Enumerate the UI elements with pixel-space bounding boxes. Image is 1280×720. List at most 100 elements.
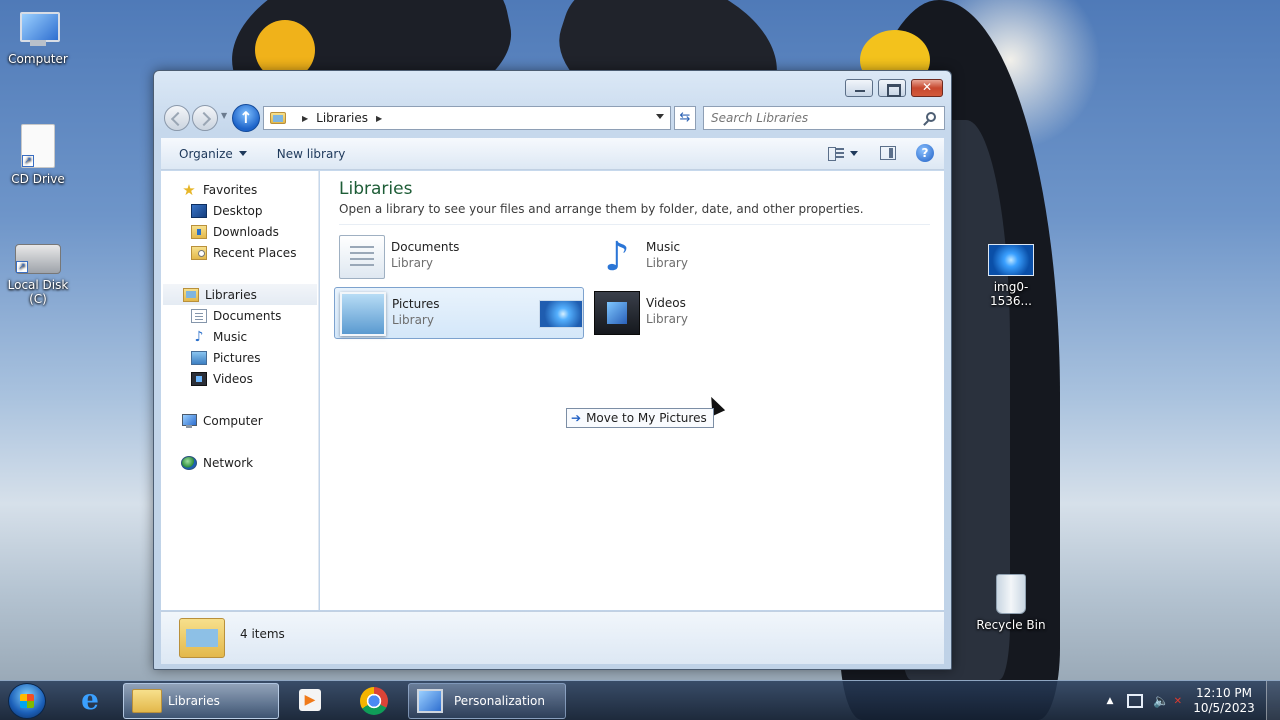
nav-item-label: Documents (213, 308, 282, 323)
nav-item-desktop[interactable]: Desktop (161, 200, 319, 221)
videos-icon (191, 371, 207, 386)
taskbar-internet-explorer[interactable]: e (68, 683, 112, 719)
new-library-button[interactable]: New library (277, 147, 346, 161)
help-icon[interactable]: ? (916, 144, 934, 162)
library-type: Library (392, 313, 434, 327)
content-pane: Libraries Open a library to see your fil… (320, 171, 944, 610)
pictures-library-icon (340, 292, 386, 336)
explorer-window[interactable]: ✕ ▼ ↑ ▶ Libraries ▶ ⇆ Organize New libra… (153, 70, 952, 670)
breadcrumb-libraries[interactable]: Libraries (316, 111, 368, 125)
nav-item-label: Libraries (205, 287, 257, 302)
change-view-icon[interactable] (828, 146, 844, 161)
new-library-label: New library (276, 146, 346, 161)
details-pane: 4 items (161, 611, 944, 664)
show-desktop-button[interactable] (1266, 681, 1280, 720)
taskbar-chrome[interactable] (352, 683, 396, 719)
close-button[interactable]: ✕ (911, 79, 943, 97)
back-button[interactable] (164, 105, 190, 131)
music-library-icon: ♪ (604, 234, 630, 280)
search-box[interactable] (703, 106, 945, 130)
nav-item-label: Network (203, 455, 254, 470)
desktop-icon-label: Local Disk (C) (7, 278, 69, 306)
search-input[interactable] (711, 107, 911, 129)
desktop-icon-computer[interactable]: Computer (0, 10, 76, 66)
volume-icon[interactable]: 🔈 (1153, 694, 1169, 709)
nav-item-favorites[interactable]: ★ Favorites (161, 179, 319, 200)
search-icon[interactable] (926, 112, 936, 122)
computer-icon (181, 413, 197, 428)
library-item-documents[interactable]: Documents Library (334, 231, 584, 283)
desktop-icon-label: CD Drive (11, 172, 65, 186)
drag-tooltip-text: Move to My Pictures (586, 411, 707, 425)
documents-library-icon (339, 235, 385, 279)
taskbar-personalization[interactable]: Personalization (408, 683, 566, 719)
library-name: Documents (391, 240, 460, 254)
desktop-icon-label: Computer (8, 52, 68, 66)
nav-item-downloads[interactable]: Downloads (161, 221, 319, 242)
desktop-icon-local-disk[interactable]: ↗ Local Disk (C) (0, 244, 76, 306)
library-name: Music (646, 240, 681, 254)
image-file-icon (988, 244, 1034, 276)
nav-item-pictures[interactable]: Pictures (161, 347, 319, 368)
drag-drop-tooltip: ➔ Move to My Pictures (566, 408, 714, 428)
downloads-folder-icon (191, 224, 207, 239)
chevron-down-icon[interactable] (850, 150, 858, 156)
breadcrumb-separator-icon[interactable]: ▶ (376, 114, 382, 123)
documents-icon (191, 308, 207, 323)
navigation-pane: ★ Favorites Desktop Downloads Recent Pla… (161, 171, 319, 610)
address-bar[interactable]: ▶ Libraries ▶ (263, 106, 671, 130)
libraries-folder-icon (179, 618, 225, 658)
maximize-button[interactable] (878, 79, 906, 97)
desktop-icon-label: Recycle Bin (976, 618, 1046, 632)
page-description: Open a library to see your files and arr… (339, 202, 864, 216)
network-status-icon[interactable] (1127, 694, 1144, 708)
library-item-pictures[interactable]: Pictures Library (334, 287, 584, 339)
nav-item-documents[interactable]: Documents (161, 305, 319, 326)
network-icon (181, 455, 197, 470)
recycle-bin-icon (996, 574, 1026, 614)
nav-item-network[interactable]: Network (161, 452, 319, 473)
library-item-videos[interactable]: Videos Library (589, 287, 839, 339)
pictures-icon (191, 350, 207, 365)
up-button[interactable]: ↑ (232, 104, 260, 132)
library-item-music[interactable]: ♪ Music Library (589, 231, 839, 283)
libraries-folder-icon (270, 112, 286, 124)
view-controls: ? (828, 144, 934, 162)
libraries-folder-icon (183, 287, 199, 302)
address-dropdown-icon[interactable] (656, 114, 664, 119)
library-name: Videos (646, 296, 686, 310)
desktop-icon-image-file[interactable]: img0-1536... (973, 244, 1049, 308)
videos-library-icon (594, 291, 640, 335)
recent-pages-button[interactable]: ▼ (221, 111, 227, 120)
clock[interactable]: 12:10 PM 10/5/2023 (1192, 686, 1256, 716)
item-count: 4 items (240, 627, 285, 641)
nav-item-label: Videos (213, 371, 253, 386)
organize-button[interactable]: Organize (179, 147, 247, 161)
nav-item-libraries[interactable]: Libraries (163, 284, 317, 305)
desktop-icon-cd-drive[interactable]: ↗ CD Drive (0, 124, 76, 186)
preview-pane-icon[interactable] (880, 146, 896, 160)
nav-item-recent-places[interactable]: Recent Places (161, 242, 319, 263)
divider (339, 224, 930, 225)
forward-button[interactable] (192, 105, 218, 131)
system-tray: ▲ 🔈 ✕ 12:10 PM 10/5/2023 (1107, 681, 1280, 720)
show-hidden-icons-icon[interactable]: ▲ (1107, 696, 1114, 706)
nav-item-label: Favorites (203, 182, 258, 197)
nav-item-music[interactable]: ♪ Music (161, 326, 319, 347)
start-button[interactable] (8, 683, 46, 719)
clock-date: 10/5/2023 (1193, 701, 1255, 715)
internet-explorer-icon: e (81, 683, 99, 716)
refresh-button[interactable]: ⇆ (674, 106, 696, 130)
nav-item-computer[interactable]: Computer (161, 410, 319, 431)
nav-item-label: Computer (203, 413, 263, 428)
local-disk-icon: ↗ (15, 244, 61, 274)
desktop-icon-recycle-bin[interactable]: Recycle Bin (973, 574, 1049, 632)
chevron-down-icon (238, 151, 247, 156)
music-note-icon: ♪ (194, 328, 204, 345)
taskbar-libraries[interactable]: Libraries (123, 683, 279, 719)
breadcrumb-separator-icon[interactable]: ▶ (302, 114, 308, 123)
library-type: Library (646, 312, 688, 326)
minimize-button[interactable] (845, 79, 873, 97)
nav-item-videos[interactable]: Videos (161, 368, 319, 389)
taskbar-media-player[interactable] (288, 683, 332, 719)
